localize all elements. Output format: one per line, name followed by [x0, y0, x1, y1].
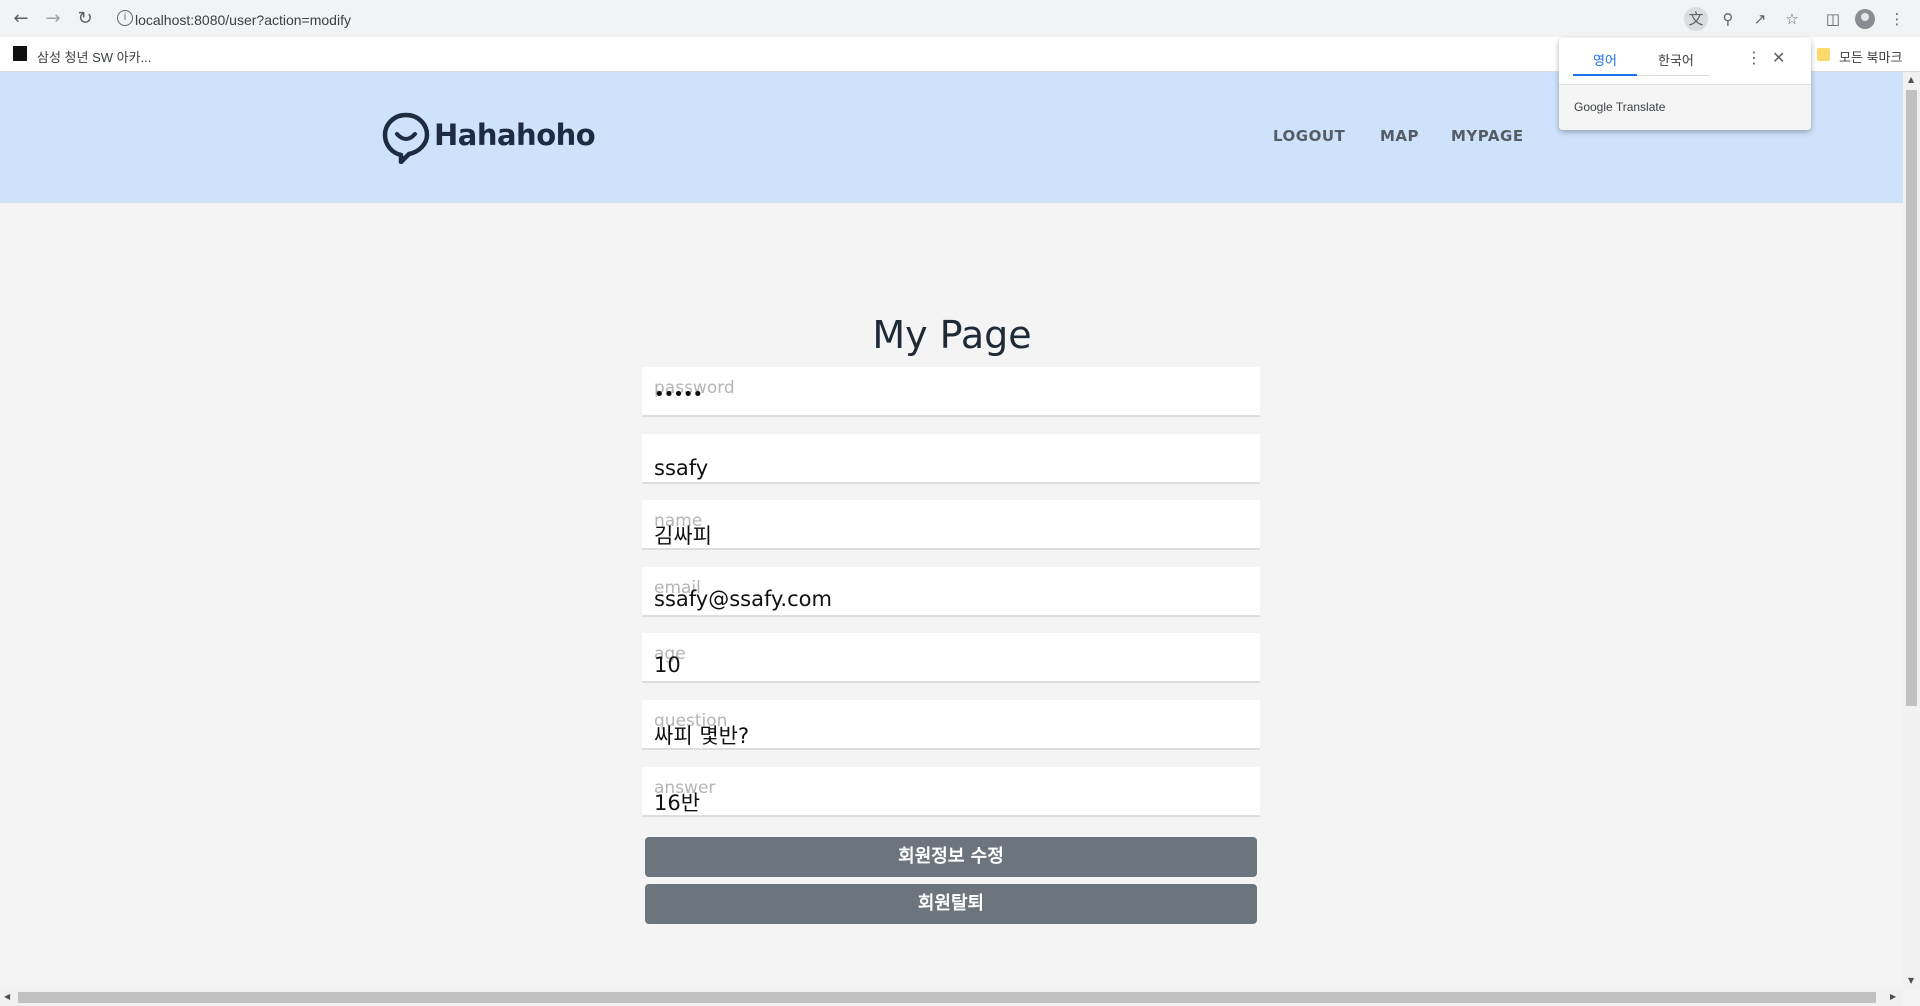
translate-popup: 영어 한국어 ⋮ ✕ Google Translate [1559, 38, 1811, 130]
share-icon[interactable]: ↗ [1748, 7, 1772, 31]
userid-value: ssafy [654, 456, 709, 480]
active-tab-indicator [1573, 74, 1637, 76]
more-options-icon[interactable]: ⋮ [1746, 48, 1762, 67]
email-field[interactable]: email ssafy@ssafy.com [642, 567, 1260, 617]
zoom-icon[interactable]: ⚲ [1716, 7, 1740, 31]
nav-logout-link[interactable]: LOGOUT [1273, 127, 1345, 145]
close-icon[interactable]: ✕ [1772, 48, 1785, 67]
profile-avatar-icon[interactable] [1853, 7, 1877, 31]
menu-kebab-icon[interactable]: ⋮ [1885, 7, 1909, 31]
answer-value: 16반 [654, 791, 701, 815]
forward-icon[interactable]: → [42, 8, 64, 30]
scroll-right-icon[interactable]: ▶ [1890, 992, 1896, 1001]
back-icon[interactable]: ← [10, 8, 32, 30]
password-field[interactable]: password ••••• [642, 367, 1260, 417]
site-info-icon[interactable]: i [117, 10, 133, 26]
tab-divider [1637, 75, 1709, 76]
password-value: ••••• [654, 384, 703, 405]
all-bookmarks-item[interactable]: 모든 북마크 [1839, 47, 1902, 66]
email-value: ssafy@ssafy.com [654, 587, 832, 611]
page-title: My Page [872, 313, 1032, 357]
side-panel-icon[interactable]: ◫ [1821, 7, 1845, 31]
horizontal-scrollbar[interactable]: ◀ ▶ [0, 989, 1903, 1006]
nav-map-link[interactable]: MAP [1380, 127, 1419, 145]
address-bar[interactable]: localhost:8080/user?action=modify [135, 12, 351, 28]
withdraw-button[interactable]: 회원탈퇴 [645, 884, 1257, 924]
userid-field[interactable]: ssafy [642, 434, 1260, 484]
scroll-up-icon[interactable]: ▲ [1908, 75, 1914, 84]
reload-icon[interactable]: ↻ [74, 8, 96, 30]
tab-source-language[interactable]: 영어 [1593, 50, 1617, 69]
name-field[interactable]: name 김싸피 [642, 500, 1260, 550]
logo[interactable]: Hahahoho [382, 112, 596, 168]
scroll-left-icon[interactable]: ◀ [4, 992, 10, 1001]
browser-toolbar: ← → ↻ i localhost:8080/user?action=modif… [0, 0, 1920, 37]
answer-field[interactable]: answer 16반 [642, 767, 1260, 817]
bookmark-star-icon[interactable]: ☆ [1780, 7, 1804, 31]
tab-target-language[interactable]: 한국어 [1658, 50, 1694, 69]
bookmark-item[interactable]: 삼성 청년 SW 아카... [37, 47, 151, 66]
vertical-scroll-thumb[interactable] [1906, 90, 1917, 706]
horizontal-scroll-thumb[interactable] [18, 992, 1876, 1003]
question-value: 싸피 몇반? [654, 724, 750, 748]
name-value: 김싸피 [654, 524, 712, 548]
folder-icon [1817, 48, 1830, 61]
logo-mark-icon [382, 112, 430, 165]
question-field[interactable]: question 싸피 몇반? [642, 700, 1260, 750]
nav-mypage-link[interactable]: MYPAGE [1451, 127, 1524, 145]
modify-profile-button[interactable]: 회원정보 수정 [645, 837, 1257, 877]
age-value: 10 [654, 653, 681, 677]
age-field[interactable]: age 10 [642, 633, 1260, 683]
vertical-scrollbar[interactable]: ▲ ▼ [1903, 72, 1920, 990]
logo-text: Hahahoho [434, 118, 596, 152]
bookmark-favicon-icon [13, 46, 27, 61]
scroll-down-icon[interactable]: ▼ [1908, 976, 1914, 985]
translate-icon[interactable]: 文 [1684, 7, 1708, 31]
translate-brand: Google Translate [1574, 100, 1666, 114]
